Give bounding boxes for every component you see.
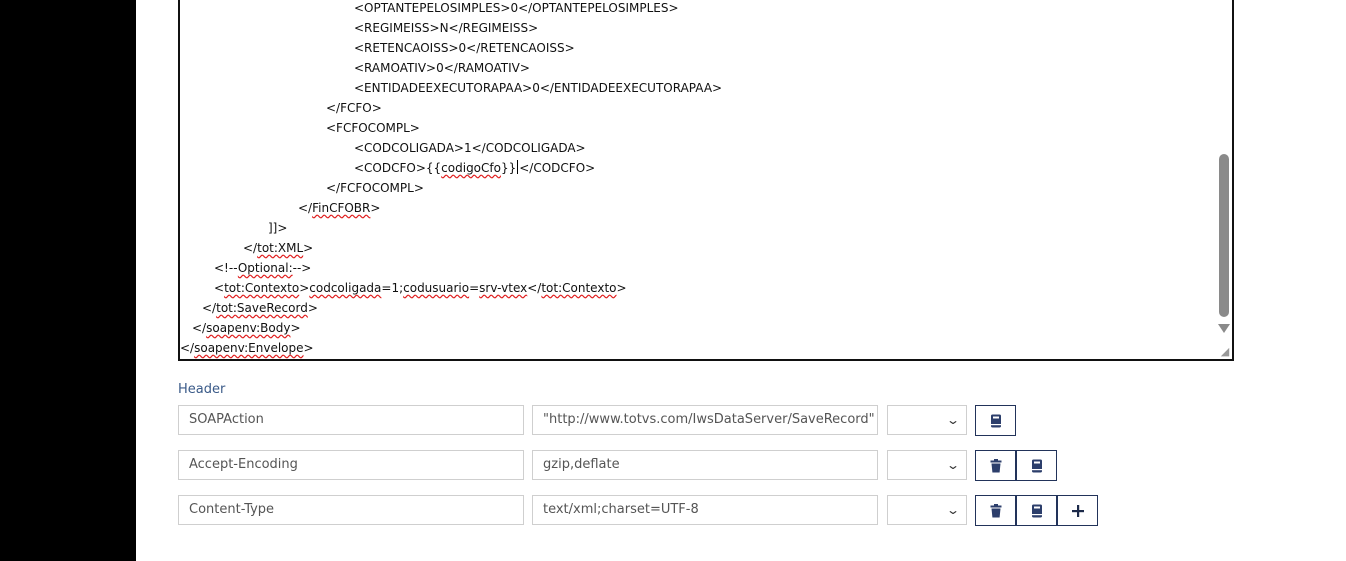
code-token: > [299, 281, 310, 295]
header-section-title: Header [178, 382, 226, 397]
code-line: <RAMOATIV>0</RAMOATIV> [354, 58, 530, 78]
code-token: <RETENCAOISS>0</RETENCAOISS> [354, 41, 575, 55]
code-token: <OPTANTEPELOSIMPLES>0</OPTANTEPELOSIMPLE… [354, 1, 679, 15]
code-line: </tot:SaveRecord> [202, 298, 318, 318]
code-token: ]]> [268, 221, 288, 235]
spellcheck-token: soapenv:Envelope [194, 341, 304, 355]
scrollbar-thumb[interactable] [1219, 154, 1229, 317]
code-line: </tot:XML> [243, 238, 313, 258]
save-template-button[interactable] [1016, 450, 1057, 481]
code-token: <!-- [214, 261, 238, 275]
xml-body-editor[interactable]: <OPTANTEPELOSIMPLES>0</OPTANTEPELOSIMPLE… [178, 0, 1234, 361]
delete-header-button[interactable] [975, 450, 1016, 481]
header-value-input[interactable]: gzip,deflate [532, 450, 878, 480]
code-line: </FCFO> [326, 98, 382, 118]
code-line: <FCFOCOMPL> [326, 118, 420, 138]
book-icon [1031, 504, 1043, 518]
header-name-input[interactable]: Accept-Encoding [178, 450, 524, 480]
code-line: </soapenv:Envelope> [180, 338, 314, 358]
header-type-select[interactable]: ⌄ [887, 495, 967, 525]
code-token: <CODCOLIGADA>1</CODCOLIGADA> [354, 141, 586, 155]
trash-icon [990, 458, 1002, 473]
editor-scrollbar[interactable] [1218, 0, 1230, 343]
code-line: <RETENCAOISS>0</RETENCAOISS> [354, 38, 575, 58]
header-name-input[interactable]: Content-Type [178, 495, 524, 525]
scroll-down-arrow-icon[interactable] [1218, 324, 1230, 333]
chevron-down-icon: ⌄ [945, 503, 961, 517]
code-token: </ [243, 241, 258, 255]
code-token: </FCFO> [326, 101, 382, 115]
code-line: ]]> [268, 218, 287, 238]
code-line: <CODCFO>{{codigoCfo}} </CODCFO> [354, 158, 595, 178]
spellcheck-token: tot:Contexto [224, 281, 300, 295]
code-token: <ENTIDADEEXECUTORAPAA>0</ENTIDADEEXECUTO… [354, 81, 723, 95]
spellcheck-token: tot:SaveRecord [216, 301, 308, 315]
chevron-down-icon: ⌄ [945, 458, 961, 472]
spellcheck-token: soapenv:Body [206, 321, 291, 335]
delete-header-button[interactable] [975, 495, 1016, 526]
spellcheck-token: codigoCfo [441, 161, 501, 175]
code-token: <REGIMEISS>N</REGIMEISS> [354, 21, 539, 35]
spellcheck-token: tot:XML [257, 241, 304, 255]
spellcheck-token: Optional: [237, 261, 293, 275]
spellcheck-token: codusuario [403, 281, 470, 295]
code-token: > [303, 241, 314, 255]
resize-grip-icon[interactable]: ◢ [1219, 346, 1231, 358]
code-token: > [290, 321, 301, 335]
header-value-input[interactable]: text/xml;charset=UTF-8 [532, 495, 878, 525]
code-token: <FCFOCOMPL> [326, 121, 420, 135]
header-type-select[interactable]: ⌄ [887, 450, 967, 480]
code-token: </ [192, 321, 207, 335]
code-token: > [303, 341, 314, 355]
save-template-button[interactable] [975, 405, 1016, 436]
code-line: <tot:Contexto>codcoligada=1;codusuario=s… [214, 278, 627, 298]
spellcheck-token: tot:Contexto [541, 281, 617, 295]
code-token: </ [202, 301, 217, 315]
code-token: </CODCFO> [519, 161, 596, 175]
code-line: <!--Optional:--> [214, 258, 311, 278]
header-name-input[interactable]: SOAPAction [178, 405, 524, 435]
code-token: > [616, 281, 627, 295]
spellcheck-token: FinCFOBR [312, 201, 371, 215]
code-token: </FCFOCOMPL> [326, 181, 424, 195]
code-line: </FinCFOBR> [298, 198, 380, 218]
book-icon [1031, 459, 1043, 473]
code-token: </ [298, 201, 313, 215]
plus-icon [1071, 504, 1084, 517]
code-line: <REGIMEISS>N</REGIMEISS> [354, 18, 538, 38]
header-type-select[interactable]: ⌄ [887, 405, 967, 435]
spellcheck-token: srv-vtex [479, 281, 528, 295]
code-token: = [469, 281, 480, 295]
code-line: </FCFOCOMPL> [326, 178, 424, 198]
code-token: </ [527, 281, 542, 295]
save-template-button[interactable] [1016, 495, 1057, 526]
code-token: </ [180, 341, 195, 355]
code-token: }} [500, 161, 517, 175]
code-token: <RAMOATIV>0</RAMOATIV> [354, 61, 530, 75]
code-line: <ENTIDADEEXECUTORAPAA>0</ENTIDADEEXECUTO… [354, 78, 722, 98]
spellcheck-token: codcoligada [309, 281, 382, 295]
code-line: </soapenv:Body> [192, 318, 301, 338]
trash-icon [990, 503, 1002, 518]
code-token: > [307, 301, 318, 315]
add-header-button[interactable] [1057, 495, 1098, 526]
code-token: =1; [381, 281, 404, 295]
code-line: <OPTANTEPELOSIMPLES>0</OPTANTEPELOSIMPLE… [354, 0, 679, 18]
code-line: <CODCOLIGADA>1</CODCOLIGADA> [354, 138, 586, 158]
code-token: > [370, 201, 381, 215]
chevron-down-icon: ⌄ [945, 413, 961, 427]
code-token: <CODCFO>{{ [354, 161, 442, 175]
code-token: < [214, 281, 225, 295]
code-token: --> [292, 261, 312, 275]
book-icon [990, 414, 1002, 428]
main-panel: <OPTANTEPELOSIMPLES>0</OPTANTEPELOSIMPLE… [136, 0, 1346, 561]
header-value-input[interactable]: "http://www.totvs.com/IwsDataServer/Save… [532, 405, 878, 435]
